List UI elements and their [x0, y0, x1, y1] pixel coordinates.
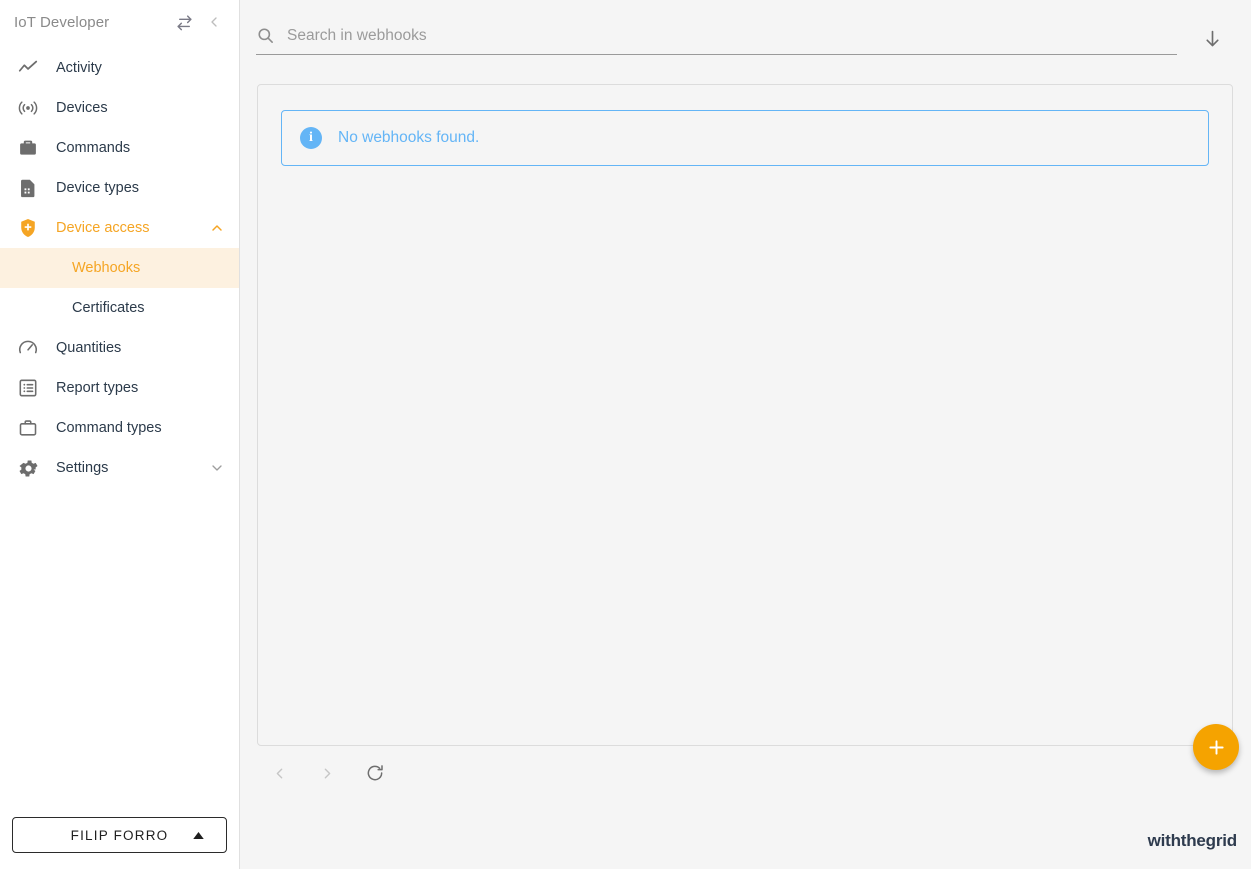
sidebar-item-webhooks[interactable]: Webhooks [0, 248, 239, 288]
caret-up-icon [193, 832, 204, 839]
sidebar-item-device-access[interactable]: Device access [0, 208, 239, 248]
sidebar-item-label: Quantities [56, 340, 203, 356]
sidebar-item-label: Report types [56, 380, 203, 396]
chevron-up-icon[interactable] [203, 220, 231, 236]
sidebar-item-activity[interactable]: Activity [0, 48, 239, 88]
pagination-controls [257, 756, 393, 790]
sidebar-title: IoT Developer [14, 14, 169, 31]
previous-page-button[interactable] [261, 756, 297, 790]
search-bar[interactable] [256, 26, 1177, 55]
antenna-icon [0, 97, 56, 119]
sidebar-item-commands[interactable]: Commands [0, 128, 239, 168]
sidebar-item-label: Activity [56, 60, 203, 76]
next-page-button[interactable] [309, 756, 345, 790]
user-name-label: FILIP FORRO [71, 828, 169, 843]
sim-card-icon [0, 177, 56, 199]
sidebar-item-label: Webhooks [56, 260, 203, 276]
briefcase-outline-icon [0, 417, 56, 439]
sidebar-item-quantities[interactable]: Quantities [0, 328, 239, 368]
sidebar: IoT Developer [0, 0, 240, 869]
sidebar-item-report-types[interactable]: Report types [0, 368, 239, 408]
info-icon: i [300, 127, 322, 149]
sidebar-item-label: Devices [56, 100, 203, 116]
gear-icon [0, 457, 56, 480]
shield-icon [0, 217, 56, 239]
chevron-down-icon[interactable] [203, 460, 231, 476]
sidebar-item-devices[interactable]: Devices [0, 88, 239, 128]
sidebar-item-settings[interactable]: Settings [0, 448, 239, 488]
sidebar-item-command-types[interactable]: Command types [0, 408, 239, 448]
sidebar-footer: FILIP FORRO [12, 817, 227, 853]
gauge-icon [0, 337, 56, 359]
briefcase-filled-icon [0, 137, 56, 159]
alert-message: No webhooks found. [338, 129, 479, 147]
sidebar-item-label: Device access [56, 220, 203, 236]
sidebar-item-label: Commands [56, 140, 203, 156]
list-box-icon [0, 377, 56, 399]
sidebar-header: IoT Developer [0, 0, 239, 44]
user-menu-button[interactable]: FILIP FORRO [12, 817, 227, 853]
app-root: IoT Developer [0, 0, 1251, 869]
sidebar-item-device-types[interactable]: Device types [0, 168, 239, 208]
info-alert: i No webhooks found. [281, 110, 1209, 166]
download-icon[interactable] [1189, 26, 1235, 50]
search-input[interactable] [287, 27, 1177, 45]
refresh-button[interactable] [357, 756, 393, 790]
results-panel: i No webhooks found. [257, 84, 1233, 746]
sidebar-item-label: Command types [56, 420, 203, 436]
search-icon [256, 26, 275, 45]
sidebar-item-label: Certificates [56, 300, 203, 316]
sidebar-item-certificates[interactable]: Certificates [0, 288, 239, 328]
main-content: i No webhooks found. [240, 0, 1251, 869]
trending-up-icon [0, 57, 56, 79]
collapse-sidebar-icon[interactable] [199, 7, 229, 37]
switch-env-icon[interactable] [169, 7, 199, 37]
sidebar-item-label: Device types [56, 180, 203, 196]
top-toolbar [240, 0, 1251, 70]
sidebar-nav: Activity Devices [0, 48, 239, 488]
brand-logo: withthegrid [1148, 831, 1237, 851]
sidebar-item-label: Settings [56, 460, 203, 476]
add-webhook-fab[interactable] [1193, 724, 1239, 770]
